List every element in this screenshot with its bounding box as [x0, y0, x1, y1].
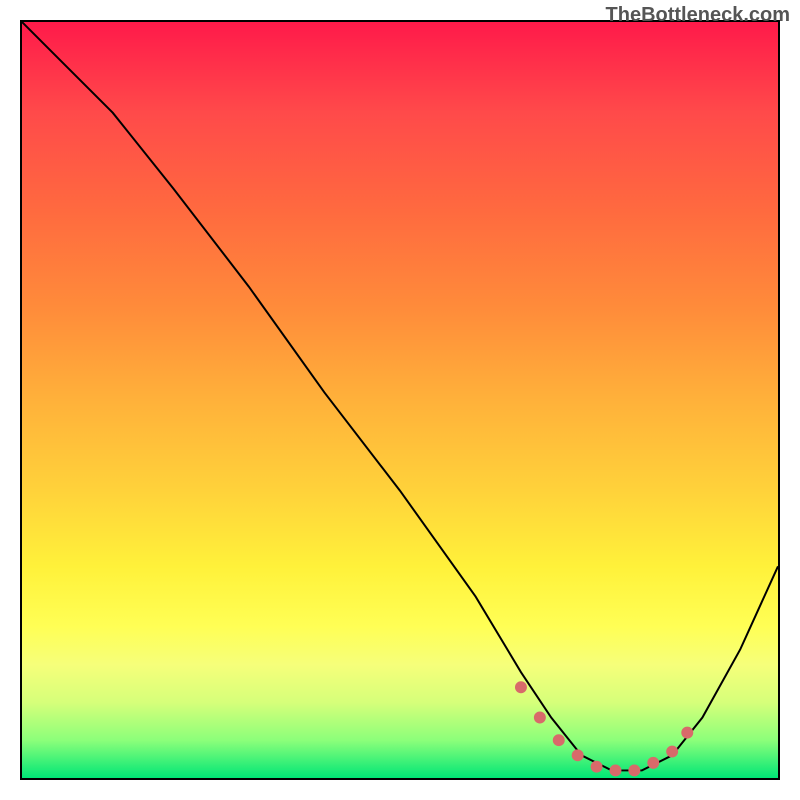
trough-marker — [591, 761, 603, 773]
trough-marker — [647, 757, 659, 769]
plot-area — [20, 20, 780, 780]
trough-marker — [553, 734, 565, 746]
trough-marker — [534, 712, 546, 724]
trough-marker — [681, 727, 693, 739]
trough-marker — [628, 764, 640, 776]
chart-container: TheBottleneck.com — [0, 0, 800, 800]
trough-markers — [515, 681, 693, 776]
curve-svg — [22, 22, 778, 778]
trough-marker — [666, 746, 678, 758]
bottleneck-curve — [22, 22, 778, 770]
trough-marker — [515, 681, 527, 693]
trough-marker — [609, 764, 621, 776]
watermark-label: TheBottleneck.com — [606, 4, 790, 27]
trough-marker — [572, 749, 584, 761]
